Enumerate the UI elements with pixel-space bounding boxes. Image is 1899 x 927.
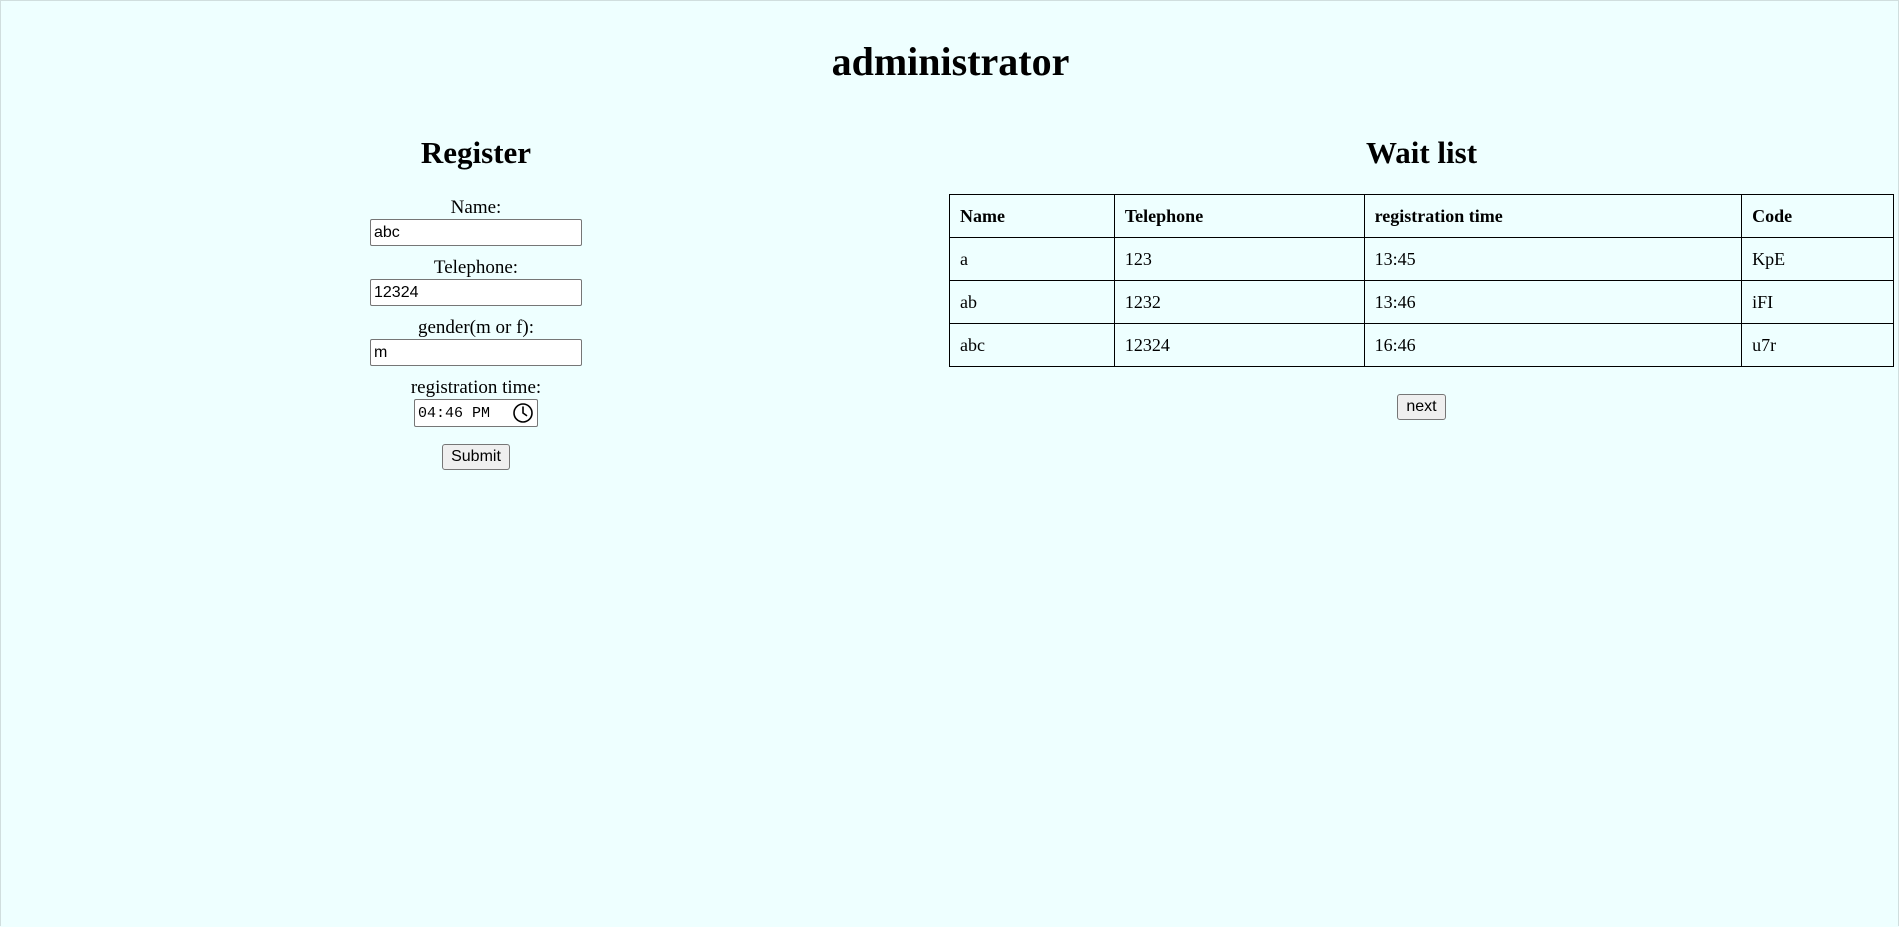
clock-icon[interactable] — [512, 402, 534, 424]
wait-list-table: Name Telephone registration time Code a … — [949, 194, 1894, 367]
cell-registration-time: 13:46 — [1363, 280, 1743, 324]
table-header-row: Name Telephone registration time Code — [949, 194, 1894, 238]
telephone-label: Telephone: — [433, 257, 519, 278]
waitlist-panel: Wait list Name Telephone registration ti… — [949, 134, 1894, 420]
register-panel: Register Name: abc Telephone: 12324 gend… — [326, 134, 626, 470]
column-header-registration-time: registration time — [1363, 194, 1743, 238]
cell-code: iFI — [1741, 280, 1894, 324]
table-row: abc 12324 16:46 u7r — [949, 323, 1894, 367]
registration-time-input[interactable]: 04:46 PM — [414, 399, 538, 427]
gender-label: gender(m or f): — [417, 317, 535, 338]
next-button[interactable]: next — [1397, 394, 1446, 420]
cell-code: u7r — [1741, 323, 1894, 367]
cell-name: abc — [949, 323, 1115, 367]
registration-time-label: registration time: — [410, 377, 542, 398]
page: administrator Register Name: abc Telepho… — [0, 0, 1899, 926]
gender-input[interactable]: m — [370, 339, 582, 366]
table-row: a 123 13:45 KpE — [949, 237, 1894, 281]
cell-registration-time: 16:46 — [1363, 323, 1743, 367]
registration-time-value: 04:46 PM — [418, 404, 491, 422]
column-header-code: Code — [1741, 194, 1894, 238]
cell-telephone: 1232 — [1113, 280, 1365, 324]
name-label: Name: — [450, 197, 502, 218]
column-header-telephone: Telephone — [1113, 194, 1365, 238]
cell-name: ab — [949, 280, 1115, 324]
submit-button[interactable]: Submit — [442, 444, 510, 470]
cell-telephone: 12324 — [1113, 323, 1365, 367]
cell-registration-time: 13:45 — [1363, 237, 1743, 281]
table-row: ab 1232 13:46 iFI — [949, 280, 1894, 324]
cell-code: KpE — [1741, 237, 1894, 281]
waitlist-title: Wait list — [1365, 135, 1478, 170]
page-title: administrator — [831, 39, 1070, 84]
column-header-name: Name — [949, 194, 1115, 238]
register-title: Register — [420, 135, 532, 170]
telephone-input[interactable]: 12324 — [370, 279, 582, 306]
name-input[interactable]: abc — [370, 219, 582, 246]
cell-telephone: 123 — [1113, 237, 1365, 281]
cell-name: a — [949, 237, 1115, 281]
